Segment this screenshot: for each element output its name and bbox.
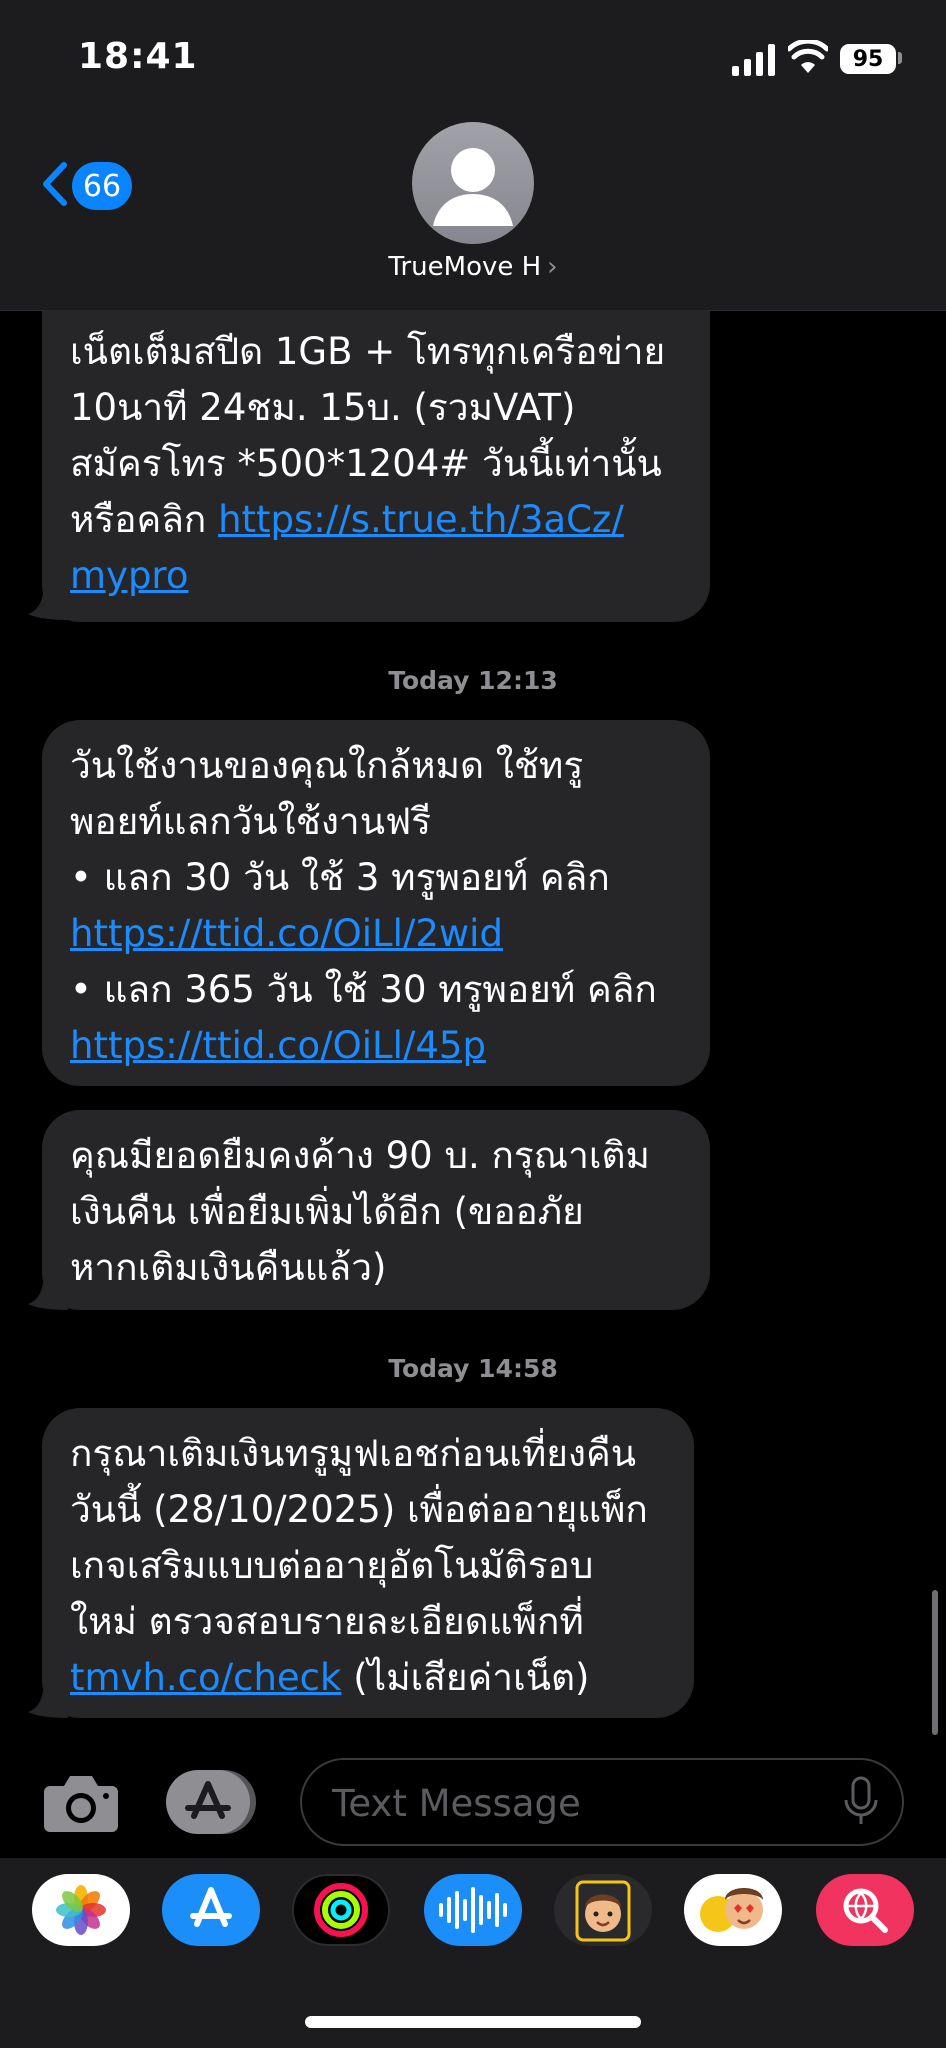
message-link[interactable]: https://s.true.th/3aCz/ (218, 498, 624, 541)
contact-avatar[interactable] (412, 122, 534, 244)
bubble-tail (28, 1270, 68, 1310)
message-line: • แลก 365 วัน ใช้ 30 ทรูพอยท์ คลิก (70, 968, 657, 1011)
back-button[interactable]: 66 (38, 154, 148, 214)
message-line: เงินคืน เพื่อยืมเพิ่มได้อีก (ขออภัย (70, 1190, 584, 1233)
apps-button[interactable] (166, 1770, 258, 1834)
bubble-tail (28, 580, 68, 620)
scrollbar[interactable] (932, 1590, 938, 1735)
message-line: หรือคลิก https://s.true.th/3aCz/ (70, 492, 682, 548)
message-line: https://ttid.co/OiLl/2wid (70, 906, 682, 962)
message-link[interactable]: tmvh.co/check (70, 1656, 341, 1699)
message-line: 10นาที 24ชม. 15บ. (รวมVAT) (70, 386, 576, 429)
message-line: https://ttid.co/OiLl/45p (70, 1018, 682, 1074)
home-indicator[interactable] (305, 2016, 641, 2028)
message-text: หรือคลิก (70, 498, 219, 541)
message-bubble[interactable]: คุณมียอดยืมคงค้าง 90 บ. กรุณาเติม เงินคื… (42, 1110, 710, 1310)
timestamp: Today 14:58 (388, 1354, 558, 1383)
camera-icon[interactable] (42, 1772, 120, 1834)
composer-bar (0, 1750, 946, 1860)
message-link[interactable]: mypro (70, 554, 188, 597)
message-line: tmvh.co/check (ไม่เสียค่าเน็ต) (70, 1650, 666, 1706)
app-store-icon (166, 1770, 256, 1834)
memoji-icon[interactable] (554, 1874, 652, 1946)
unread-count-badge: 66 (72, 162, 132, 210)
battery-indicator: 95 (840, 44, 896, 74)
status-time: 18:41 (78, 36, 198, 77)
message-bubble[interactable]: เน็ตเต็มสปีด 1GB + โทรทุกเครือข่าย 10นาท… (42, 310, 710, 622)
message-line: พอยท์แลกวันใช้งานฟรี (70, 800, 432, 843)
message-input[interactable] (330, 1760, 814, 1846)
message-line: วันนี้ (28/10/2025) เพื่อต่ออายุแพ็ก (70, 1488, 648, 1531)
message-link[interactable]: https://ttid.co/OiLl/2wid (70, 912, 503, 955)
message-thread[interactable]: เน็ตเต็มสปีด 1GB + โทรทุกเครือข่าย 10นาท… (0, 310, 946, 1760)
fitness-activity-icon[interactable] (292, 1874, 390, 1946)
message-bubble[interactable]: วันใช้งานของคุณใกล้หมด ใช้ทรู พอยท์แลกวั… (42, 720, 710, 1086)
cellular-signal-icon (732, 44, 775, 76)
message-line: สมัครโทร *500*1204# วันนี้เท่านั้น (70, 442, 662, 485)
timestamp: Today 12:13 (388, 666, 558, 695)
message-line: วันใช้งานของคุณใกล้หมด ใช้ทรู (70, 744, 584, 787)
chevron-left-icon (43, 162, 67, 206)
message-field[interactable] (300, 1758, 904, 1846)
message-line: เกจเสริมแบบต่ออายุอัตโนมัติรอบ (70, 1544, 594, 1587)
message-link[interactable]: https://ttid.co/OiLl/45p (70, 1024, 486, 1067)
message-line: mypro (70, 548, 682, 604)
image-search-icon[interactable] (816, 1874, 914, 1946)
message-bubble[interactable]: กรุณาเติมเงินทรูมูฟเอชก่อนเที่ยงคืน วันน… (42, 1408, 694, 1718)
message-line: ใหม่ ตรวจสอบรายละเอียดแพ็กที่ (70, 1600, 584, 1643)
contact-name-button[interactable]: TrueMove H › (0, 252, 946, 282)
audio-message-icon[interactable] (424, 1874, 522, 1946)
message-text: (ไม่เสียค่าเน็ต) (341, 1656, 590, 1699)
conversation-header: 66 TrueMove H › (0, 120, 946, 311)
imessage-app-drawer (0, 1858, 946, 2048)
app-store-app-icon[interactable] (162, 1874, 260, 1946)
message-line: หากเติมเงินคืนแล้ว) (70, 1246, 387, 1289)
animoji-stickers-icon[interactable] (684, 1874, 782, 1946)
message-line: • แลก 30 วัน ใช้ 3 ทรูพอยท์ คลิก (70, 856, 610, 899)
status-bar: 18:41 95 (0, 0, 946, 120)
bubble-tail (28, 1678, 68, 1718)
photos-app-icon[interactable] (32, 1874, 130, 1946)
contact-name: TrueMove H (388, 252, 542, 282)
chevron-right-icon: › (547, 252, 558, 282)
microphone-icon[interactable] (842, 1776, 880, 1828)
message-line: คุณมียอดยืมคงค้าง 90 บ. กรุณาเติม (70, 1134, 650, 1177)
person-silhouette-icon (433, 148, 513, 226)
wifi-icon (788, 40, 828, 73)
message-line: เน็ตเต็มสปีด 1GB + โทรทุกเครือข่าย (70, 330, 666, 373)
battery-tip (898, 52, 902, 64)
message-line: กรุณาเติมเงินทรูมูฟเอชก่อนเที่ยงคืน (70, 1432, 637, 1475)
